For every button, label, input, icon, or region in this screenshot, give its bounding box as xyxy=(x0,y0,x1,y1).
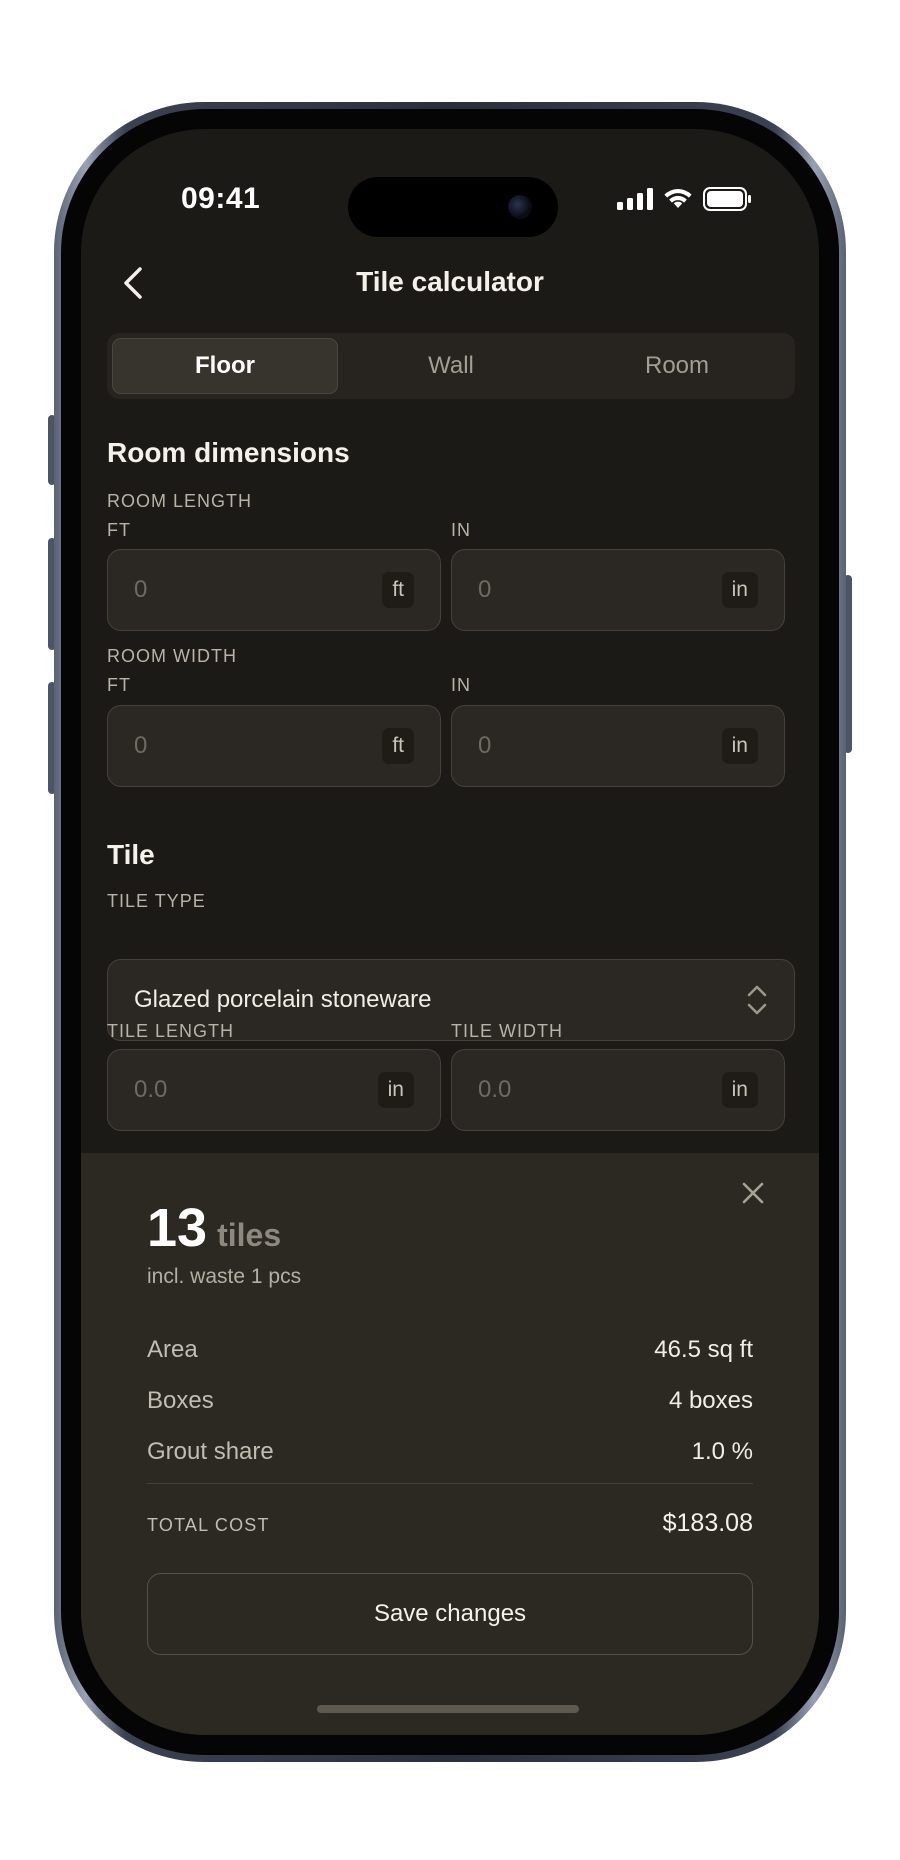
page-title: Tile calculator xyxy=(356,266,544,297)
chevron-up-down-icon xyxy=(747,985,767,1015)
tile-width-value: 0.0 xyxy=(478,1076,512,1103)
close-icon xyxy=(742,1182,764,1204)
result-row-area: Area 46.5 sq ft xyxy=(147,1336,753,1364)
tile-title: Tile xyxy=(107,839,155,870)
tile-type-label: TILE TYPE xyxy=(107,891,206,911)
result-row-value: 4 boxes xyxy=(668,1387,753,1414)
room-width-in-input[interactable]: 0 in xyxy=(451,705,785,787)
tile-length-value: 0.0 xyxy=(134,1076,168,1103)
tile-length-unit: in xyxy=(377,1072,414,1108)
tab-wall[interactable]: Wall xyxy=(338,338,564,394)
result-row-key: Grout share xyxy=(147,1438,274,1465)
wifi-icon xyxy=(664,189,692,208)
tab-room[interactable]: Room xyxy=(564,338,790,394)
cellular-signal-icon xyxy=(617,188,653,210)
room-dimensions-title: Room dimensions xyxy=(107,437,350,468)
dynamic-island xyxy=(348,177,558,237)
result-row-boxes: Boxes 4 boxes xyxy=(147,1387,753,1415)
divider xyxy=(147,1483,753,1484)
tab-floor[interactable]: Floor xyxy=(112,338,338,394)
room-width-ft-unit: ft xyxy=(382,728,414,764)
room-width-in-unit: in xyxy=(721,728,758,764)
room-width-in-value: 0 xyxy=(478,732,492,759)
room-length-ft-input[interactable]: 0 ft xyxy=(107,549,441,631)
tile-width-unit: in xyxy=(721,1072,758,1108)
room-length-ft-value: 0 xyxy=(134,576,148,603)
results-sheet: 13 tiles incl. waste 1 pcs Area 46.5 sq … xyxy=(81,1153,819,1735)
tile-length-input[interactable]: 0.0 in xyxy=(107,1049,441,1131)
waste-note: incl. waste 1 pcs xyxy=(147,1265,302,1288)
phone-frame: 09:41 Tile calculator Floor Wall Room Ro… xyxy=(54,102,846,1762)
save-changes-button[interactable]: Save changes xyxy=(147,1573,753,1655)
room-length-in-label: IN xyxy=(451,520,471,540)
tile-width-label: TILE WIDTH xyxy=(451,1021,563,1041)
result-row-value: 1.0 % xyxy=(691,1438,753,1465)
total-cost-value: $183.08 xyxy=(662,1509,753,1537)
screen: 09:41 Tile calculator Floor Wall Room Ro… xyxy=(81,129,819,1735)
tile-count: 13 xyxy=(147,1198,208,1258)
camera-icon xyxy=(508,195,532,219)
result-row-grout: Grout share 1.0 % xyxy=(147,1438,753,1466)
room-width-in-label: IN xyxy=(451,675,471,695)
result-row-value: 46.5 sq ft xyxy=(654,1336,753,1363)
status-time: 09:41 xyxy=(181,182,261,215)
room-length-in-value: 0 xyxy=(478,576,492,603)
room-width-ft-input[interactable]: 0 ft xyxy=(107,705,441,787)
phone-bezel: 09:41 Tile calculator Floor Wall Room Ro… xyxy=(61,109,839,1755)
result-count: 13 tiles xyxy=(147,1197,281,1259)
room-length-in-unit: in xyxy=(721,572,758,608)
room-length-ft-label: FT xyxy=(107,520,131,540)
result-row-key: Boxes xyxy=(147,1387,214,1414)
home-indicator xyxy=(317,1705,579,1713)
result-row-key: Area xyxy=(147,1336,198,1363)
mode-tabs: Floor Wall Room xyxy=(107,333,795,399)
room-width-label: ROOM WIDTH xyxy=(107,646,237,666)
room-length-ft-unit: ft xyxy=(382,572,414,608)
status-icons xyxy=(617,187,753,211)
tile-width-input[interactable]: 0.0 in xyxy=(451,1049,785,1131)
room-width-ft-label: FT xyxy=(107,675,131,695)
close-button[interactable] xyxy=(733,1173,773,1213)
room-length-label: ROOM LENGTH xyxy=(107,491,253,511)
tile-length-label: TILE LENGTH xyxy=(107,1021,235,1041)
tile-count-unit: tiles xyxy=(217,1217,282,1253)
tile-type-value: Glazed porcelain stoneware xyxy=(134,986,432,1013)
total-cost-label: TOTAL COST xyxy=(147,1515,270,1535)
battery-icon xyxy=(703,187,751,211)
room-width-ft-value: 0 xyxy=(134,732,148,759)
room-length-in-input[interactable]: 0 in xyxy=(451,549,785,631)
